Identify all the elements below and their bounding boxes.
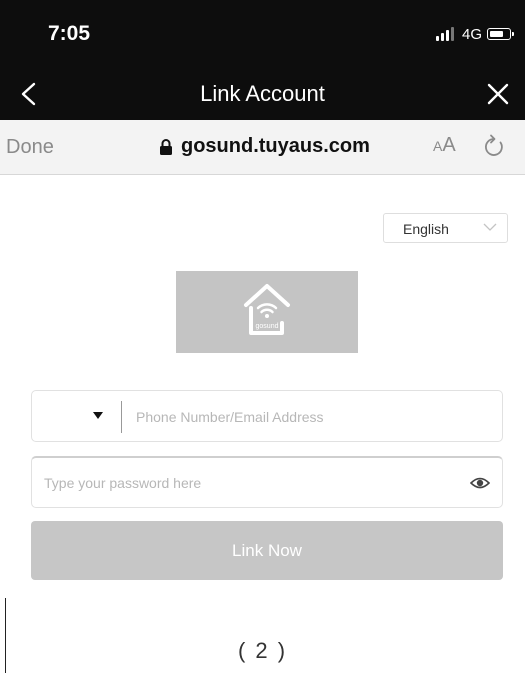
gosund-home-icon: gosund	[244, 284, 290, 335]
chevron-down-icon	[483, 223, 497, 231]
password-input[interactable]: Type your password here	[44, 475, 201, 491]
battery-icon	[487, 28, 514, 40]
status-indicators: 4G	[435, 24, 514, 44]
url-text: gosund.tuyaus.com	[181, 135, 370, 157]
close-icon[interactable]	[483, 78, 513, 110]
phone-email-input[interactable]: Phone Number/Email Address	[136, 409, 324, 425]
address-bar[interactable]: gosund.tuyaus.com	[159, 135, 370, 158]
nav-bar: Link Account	[0, 68, 525, 120]
field-divider	[121, 401, 122, 433]
signal-icon	[435, 27, 456, 41]
text-size-small: A	[433, 138, 443, 154]
password-field: Type your password here	[31, 456, 503, 508]
country-code-dropdown-icon[interactable]	[93, 412, 103, 420]
brand-logo: gosund	[176, 271, 358, 353]
language-select[interactable]: English	[383, 213, 508, 243]
logo-brand-text: gosund	[256, 323, 279, 330]
link-now-button[interactable]: Link Now	[31, 521, 503, 580]
page-title: Link Account	[200, 81, 325, 106]
done-button[interactable]: Done	[6, 136, 54, 159]
language-select-value: English	[403, 221, 449, 237]
text-size-large: A	[442, 134, 456, 156]
text-size-button[interactable]: AA	[433, 134, 456, 157]
account-field: Phone Number/Email Address	[31, 390, 503, 442]
lock-icon	[160, 138, 172, 155]
network-type: 4G	[461, 25, 482, 43]
reload-icon[interactable]	[483, 133, 507, 159]
eye-icon[interactable]	[470, 476, 490, 490]
status-time: 7:05	[48, 22, 91, 45]
browser-bar: Done gosund.tuyaus.com AA	[0, 120, 525, 175]
step-caption: ( 2 )	[237, 638, 288, 663]
status-bar: 7:05 4G	[0, 0, 525, 68]
